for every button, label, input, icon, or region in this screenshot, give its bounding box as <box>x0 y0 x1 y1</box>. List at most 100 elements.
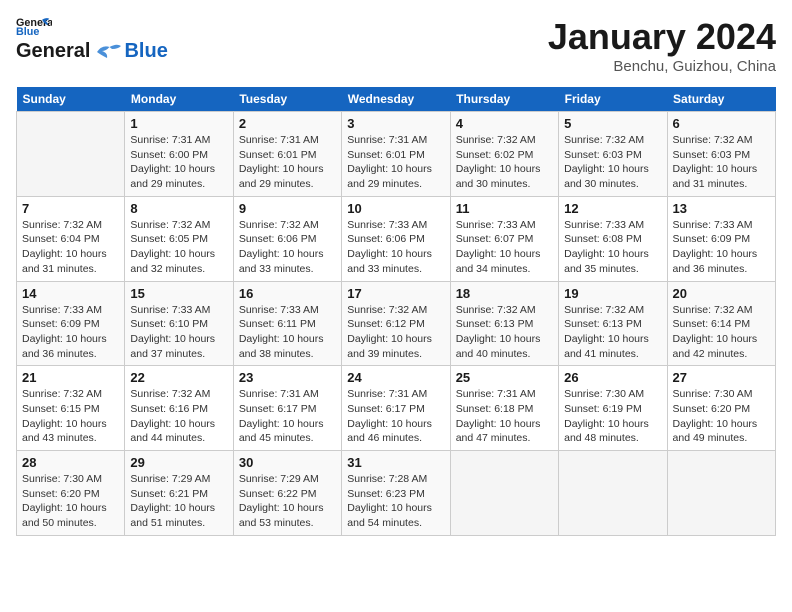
day-info: Sunrise: 7:33 AMSunset: 6:07 PMDaylight:… <box>456 218 553 277</box>
day-number: 21 <box>22 370 119 385</box>
day-info: Sunrise: 7:31 AMSunset: 6:17 PMDaylight:… <box>347 387 444 446</box>
day-number: 11 <box>456 201 553 216</box>
weekday-header-monday: Monday <box>125 87 233 112</box>
day-info: Sunrise: 7:31 AMSunset: 6:00 PMDaylight:… <box>130 133 227 192</box>
weekday-header-saturday: Saturday <box>667 87 775 112</box>
day-info: Sunrise: 7:32 AMSunset: 6:03 PMDaylight:… <box>564 133 661 192</box>
day-cell: 16 Sunrise: 7:33 AMSunset: 6:11 PMDayligh… <box>233 281 341 366</box>
day-info: Sunrise: 7:32 AMSunset: 6:12 PMDaylight:… <box>347 303 444 362</box>
day-cell: 9 Sunrise: 7:32 AMSunset: 6:06 PMDaylight… <box>233 196 341 281</box>
day-info: Sunrise: 7:32 AMSunset: 6:16 PMDaylight:… <box>130 387 227 446</box>
day-cell: 25 Sunrise: 7:31 AMSunset: 6:18 PMDayligh… <box>450 366 558 451</box>
day-info: Sunrise: 7:30 AMSunset: 6:20 PMDaylight:… <box>673 387 770 446</box>
day-number: 13 <box>673 201 770 216</box>
day-info: Sunrise: 7:33 AMSunset: 6:09 PMDaylight:… <box>22 303 119 362</box>
day-number: 27 <box>673 370 770 385</box>
day-cell: 13 Sunrise: 7:33 AMSunset: 6:09 PMDayligh… <box>667 196 775 281</box>
day-info: Sunrise: 7:32 AMSunset: 6:06 PMDaylight:… <box>239 218 336 277</box>
day-info: Sunrise: 7:32 AMSunset: 6:13 PMDaylight:… <box>456 303 553 362</box>
day-info: Sunrise: 7:33 AMSunset: 6:10 PMDaylight:… <box>130 303 227 362</box>
day-info: Sunrise: 7:33 AMSunset: 6:09 PMDaylight:… <box>673 218 770 277</box>
day-cell: 14 Sunrise: 7:33 AMSunset: 6:09 PMDayligh… <box>17 281 125 366</box>
day-cell: 7Sunrise: 7:32 AMSunset: 6:04 PMDaylight… <box>17 196 125 281</box>
calendar-header: SundayMondayTuesdayWednesdayThursdayFrid… <box>17 87 776 112</box>
day-cell: 23Sunrise: 7:31 AMSunset: 6:17 PMDayligh… <box>233 366 341 451</box>
day-number: 28 <box>22 455 119 470</box>
day-cell: 20 Sunrise: 7:32 AMSunset: 6:14 PMDayligh… <box>667 281 775 366</box>
day-info: Sunrise: 7:31 AMSunset: 6:01 PMDaylight:… <box>347 133 444 192</box>
day-cell: 10 Sunrise: 7:33 AMSunset: 6:06 PMDayligh… <box>342 196 450 281</box>
day-number: 8 <box>130 201 227 216</box>
day-number: 5 <box>564 116 661 131</box>
day-number: 3 <box>347 116 444 131</box>
week-row-2: 7Sunrise: 7:32 AMSunset: 6:04 PMDaylight… <box>17 196 776 281</box>
day-number: 25 <box>456 370 553 385</box>
week-row-3: 14 Sunrise: 7:33 AMSunset: 6:09 PMDayligh… <box>17 281 776 366</box>
logo: General Blue General Blue <box>16 16 168 63</box>
day-cell: 21 Sunrise: 7:32 AMSunset: 6:15 PMDayligh… <box>17 366 125 451</box>
day-number: 9 <box>239 201 336 216</box>
day-number: 1 <box>130 116 227 131</box>
day-number: 12 <box>564 201 661 216</box>
day-number: 6 <box>673 116 770 131</box>
day-cell: 29 Sunrise: 7:29 AMSunset: 6:21 PMDayligh… <box>125 451 233 536</box>
week-row-4: 21 Sunrise: 7:32 AMSunset: 6:15 PMDayligh… <box>17 366 776 451</box>
weekday-header-tuesday: Tuesday <box>233 87 341 112</box>
week-row-5: 28 Sunrise: 7:30 AMSunset: 6:20 PMDayligh… <box>17 451 776 536</box>
bird-icon <box>92 42 122 62</box>
day-cell: 15Sunrise: 7:33 AMSunset: 6:10 PMDayligh… <box>125 281 233 366</box>
day-info: Sunrise: 7:32 AMSunset: 6:04 PMDaylight:… <box>22 218 119 277</box>
day-cell: 17Sunrise: 7:32 AMSunset: 6:12 PMDayligh… <box>342 281 450 366</box>
title-area: January 2024 Benchu, Guizhou, China <box>548 16 776 75</box>
day-cell: 26Sunrise: 7:30 AMSunset: 6:19 PMDayligh… <box>559 366 667 451</box>
weekday-header-wednesday: Wednesday <box>342 87 450 112</box>
day-info: Sunrise: 7:32 AMSunset: 6:05 PMDaylight:… <box>130 218 227 277</box>
weekday-header-thursday: Thursday <box>450 87 558 112</box>
day-info: Sunrise: 7:31 AMSunset: 6:18 PMDaylight:… <box>456 387 553 446</box>
day-cell: 18Sunrise: 7:32 AMSunset: 6:13 PMDayligh… <box>450 281 558 366</box>
day-info: Sunrise: 7:32 AMSunset: 6:03 PMDaylight:… <box>673 133 770 192</box>
day-info: Sunrise: 7:28 AMSunset: 6:23 PMDaylight:… <box>347 472 444 531</box>
day-number: 31 <box>347 455 444 470</box>
day-number: 16 <box>239 286 336 301</box>
day-cell: 12 Sunrise: 7:33 AMSunset: 6:08 PMDayligh… <box>559 196 667 281</box>
day-number: 29 <box>130 455 227 470</box>
day-info: Sunrise: 7:32 AMSunset: 6:02 PMDaylight:… <box>456 133 553 192</box>
day-number: 10 <box>347 201 444 216</box>
day-cell: 27 Sunrise: 7:30 AMSunset: 6:20 PMDayligh… <box>667 366 775 451</box>
day-info: Sunrise: 7:33 AMSunset: 6:11 PMDaylight:… <box>239 303 336 362</box>
location-subtitle: Benchu, Guizhou, China <box>548 58 776 75</box>
day-cell <box>17 112 125 197</box>
week-row-1: 1 Sunrise: 7:31 AMSunset: 6:00 PMDaylight… <box>17 112 776 197</box>
day-info: Sunrise: 7:33 AMSunset: 6:06 PMDaylight:… <box>347 218 444 277</box>
day-cell: 6 Sunrise: 7:32 AMSunset: 6:03 PMDaylight… <box>667 112 775 197</box>
logo-general: General <box>16 40 90 63</box>
day-number: 22 <box>130 370 227 385</box>
day-info: Sunrise: 7:32 AMSunset: 6:15 PMDaylight:… <box>22 387 119 446</box>
day-info: Sunrise: 7:32 AMSunset: 6:13 PMDaylight:… <box>564 303 661 362</box>
day-number: 20 <box>673 286 770 301</box>
day-info: Sunrise: 7:32 AMSunset: 6:14 PMDaylight:… <box>673 303 770 362</box>
month-title: January 2024 <box>548 16 776 58</box>
day-cell <box>667 451 775 536</box>
header: General Blue General Blue January 2024 B… <box>16 16 776 75</box>
day-cell: 22 Sunrise: 7:32 AMSunset: 6:16 PMDayligh… <box>125 366 233 451</box>
day-number: 4 <box>456 116 553 131</box>
day-cell <box>450 451 558 536</box>
day-cell <box>559 451 667 536</box>
day-number: 14 <box>22 286 119 301</box>
day-info: Sunrise: 7:33 AMSunset: 6:08 PMDaylight:… <box>564 218 661 277</box>
weekday-header-sunday: Sunday <box>17 87 125 112</box>
day-number: 26 <box>564 370 661 385</box>
day-cell: 28 Sunrise: 7:30 AMSunset: 6:20 PMDayligh… <box>17 451 125 536</box>
day-cell: 19Sunrise: 7:32 AMSunset: 6:13 PMDayligh… <box>559 281 667 366</box>
day-cell: 30Sunrise: 7:29 AMSunset: 6:22 PMDayligh… <box>233 451 341 536</box>
calendar-table: SundayMondayTuesdayWednesdayThursdayFrid… <box>16 87 776 536</box>
day-info: Sunrise: 7:31 AMSunset: 6:01 PMDaylight:… <box>239 133 336 192</box>
day-info: Sunrise: 7:29 AMSunset: 6:21 PMDaylight:… <box>130 472 227 531</box>
logo-blue: Blue <box>124 40 167 63</box>
day-info: Sunrise: 7:30 AMSunset: 6:20 PMDaylight:… <box>22 472 119 531</box>
day-number: 30 <box>239 455 336 470</box>
day-cell: 1 Sunrise: 7:31 AMSunset: 6:00 PMDaylight… <box>125 112 233 197</box>
day-number: 23 <box>239 370 336 385</box>
